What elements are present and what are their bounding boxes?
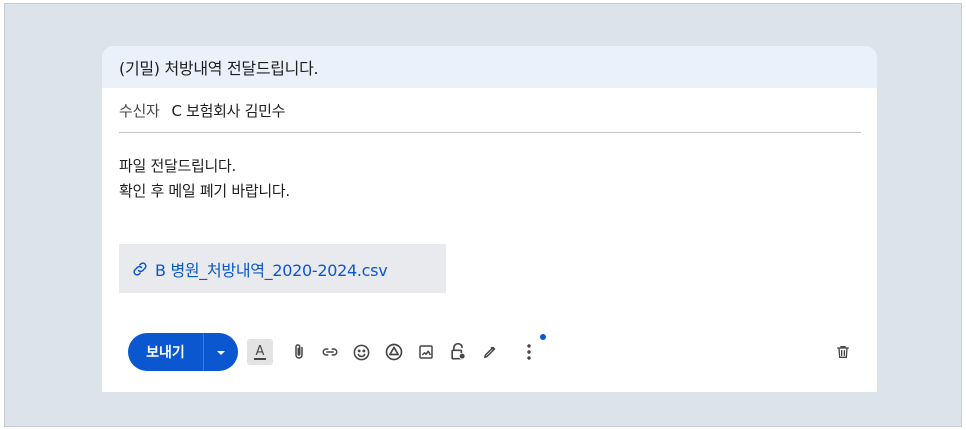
formatting-options-button[interactable]: A	[247, 339, 273, 365]
body-line: 파일 전달드립니다.	[119, 157, 236, 175]
insert-link-button[interactable]	[317, 339, 343, 365]
compose-window: (기밀) 처방내역 전달드립니다. 수신자 C 보험회사 김민수 파일 전달드립…	[102, 46, 877, 392]
body-line: 확인 후 메일 폐기 바랍니다.	[119, 182, 290, 200]
confidential-mode-button[interactable]	[445, 339, 471, 365]
send-button-group: 보내기	[128, 333, 238, 371]
send-options-button[interactable]	[204, 333, 238, 371]
message-body[interactable]: 파일 전달드립니다. 확인 후 메일 폐기 바랍니다.	[119, 154, 290, 204]
emoji-icon	[352, 343, 371, 362]
window-frame: (기밀) 처방내역 전달드립니다. 수신자 C 보험회사 김민수 파일 전달드립…	[4, 3, 962, 427]
trash-icon	[835, 343, 851, 361]
recipient-chip[interactable]: C 보험회사 김민수	[172, 100, 286, 121]
attachment-filename: B 병원_처방내역_2020-2024.csv	[155, 260, 388, 280]
attach-file-icon	[290, 343, 308, 361]
send-button[interactable]: 보내기	[128, 333, 204, 371]
insert-photo-icon	[417, 343, 435, 361]
recipient-field[interactable]: 수신자 C 보험회사 김민수	[119, 88, 861, 133]
subject-header[interactable]: (기밀) 처방내역 전달드립니다.	[102, 46, 877, 88]
attach-files-button[interactable]	[286, 339, 312, 365]
attachment-chip[interactable]: B 병원_처방내역_2020-2024.csv	[119, 244, 446, 293]
recipient-label: 수신자	[119, 101, 160, 120]
insert-link-icon	[320, 343, 340, 361]
confidential-mode-icon	[448, 342, 468, 362]
compose-toolbar: 보내기 A	[128, 333, 860, 371]
insert-drive-button[interactable]	[381, 339, 407, 365]
insert-emoji-button[interactable]	[348, 339, 374, 365]
text-format-icon: A	[251, 342, 269, 362]
link-icon	[131, 260, 149, 278]
more-options-button[interactable]	[521, 339, 537, 365]
drive-icon	[384, 342, 404, 362]
subject-text: (기밀) 처방내역 전달드립니다.	[119, 59, 319, 78]
caret-down-icon	[216, 343, 226, 362]
insert-photo-button[interactable]	[413, 339, 439, 365]
insert-signature-button[interactable]	[477, 339, 503, 365]
discard-draft-button[interactable]	[830, 339, 856, 365]
signature-icon	[481, 343, 499, 361]
notification-dot	[540, 334, 546, 340]
more-options-icon	[526, 343, 532, 361]
svg-text:A: A	[256, 344, 265, 359]
